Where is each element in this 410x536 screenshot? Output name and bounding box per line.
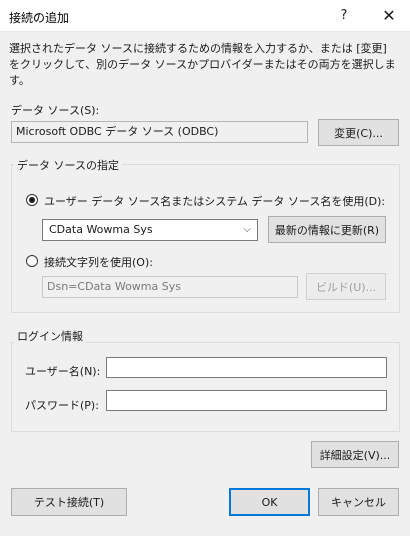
ok-button[interactable]: OK bbox=[229, 488, 310, 516]
data-source-label: データ ソース(S): bbox=[11, 104, 100, 117]
connection-string-field: Dsn=CData Wowma Sys bbox=[42, 276, 298, 298]
build-button: ビルド(U)... bbox=[306, 273, 386, 300]
login-title: ログイン情報 bbox=[14, 328, 86, 344]
username-input[interactable] bbox=[106, 357, 387, 378]
dsn-dropdown[interactable]: CData Wowma Sys ⌵ bbox=[42, 219, 258, 241]
radio-use-dsn[interactable] bbox=[26, 194, 38, 206]
username-label: ユーザー名(N): bbox=[25, 365, 101, 378]
cancel-button[interactable]: キャンセル bbox=[318, 488, 399, 516]
dsn-selected-value: CData Wowma Sys bbox=[49, 223, 153, 236]
close-icon[interactable]: ✕ bbox=[378, 5, 400, 27]
password-input[interactable] bbox=[106, 390, 387, 411]
radio-use-connection-string[interactable] bbox=[26, 255, 38, 267]
radio-use-connection-string-label[interactable]: 接続文字列を使用(O): bbox=[44, 254, 153, 270]
login-group bbox=[11, 342, 400, 432]
password-label: パスワード(P): bbox=[25, 399, 99, 412]
change-button[interactable]: 変更(C)... bbox=[318, 119, 399, 146]
data-source-field: Microsoft ODBC データ ソース (ODBC) bbox=[11, 121, 308, 143]
help-button[interactable]: ? bbox=[333, 5, 355, 27]
chevron-down-icon: ⌵ bbox=[243, 224, 251, 235]
advanced-button[interactable]: 詳細設定(V)... bbox=[311, 441, 399, 468]
source-spec-title: データ ソースの指定 bbox=[14, 157, 122, 173]
test-connection-button[interactable]: テスト接続(T) bbox=[11, 488, 127, 516]
radio-selected-dot bbox=[29, 197, 35, 203]
radio-use-dsn-label[interactable]: ユーザー データ ソース名またはシステム データ ソース名を使用(D): bbox=[44, 193, 385, 209]
add-connection-dialog: 接続の追加 ? ✕ 選択されたデータ ソースに接続するための情報を入力するか、ま… bbox=[0, 0, 410, 536]
refresh-button[interactable]: 最新の情報に更新(R) bbox=[268, 216, 386, 243]
title-bar: 接続の追加 ? ✕ bbox=[0, 0, 410, 32]
description-text: 選択されたデータ ソースに接続するための情報を入力するか、または [変更] をク… bbox=[9, 42, 396, 87]
dialog-title: 接続の追加 bbox=[9, 11, 70, 25]
